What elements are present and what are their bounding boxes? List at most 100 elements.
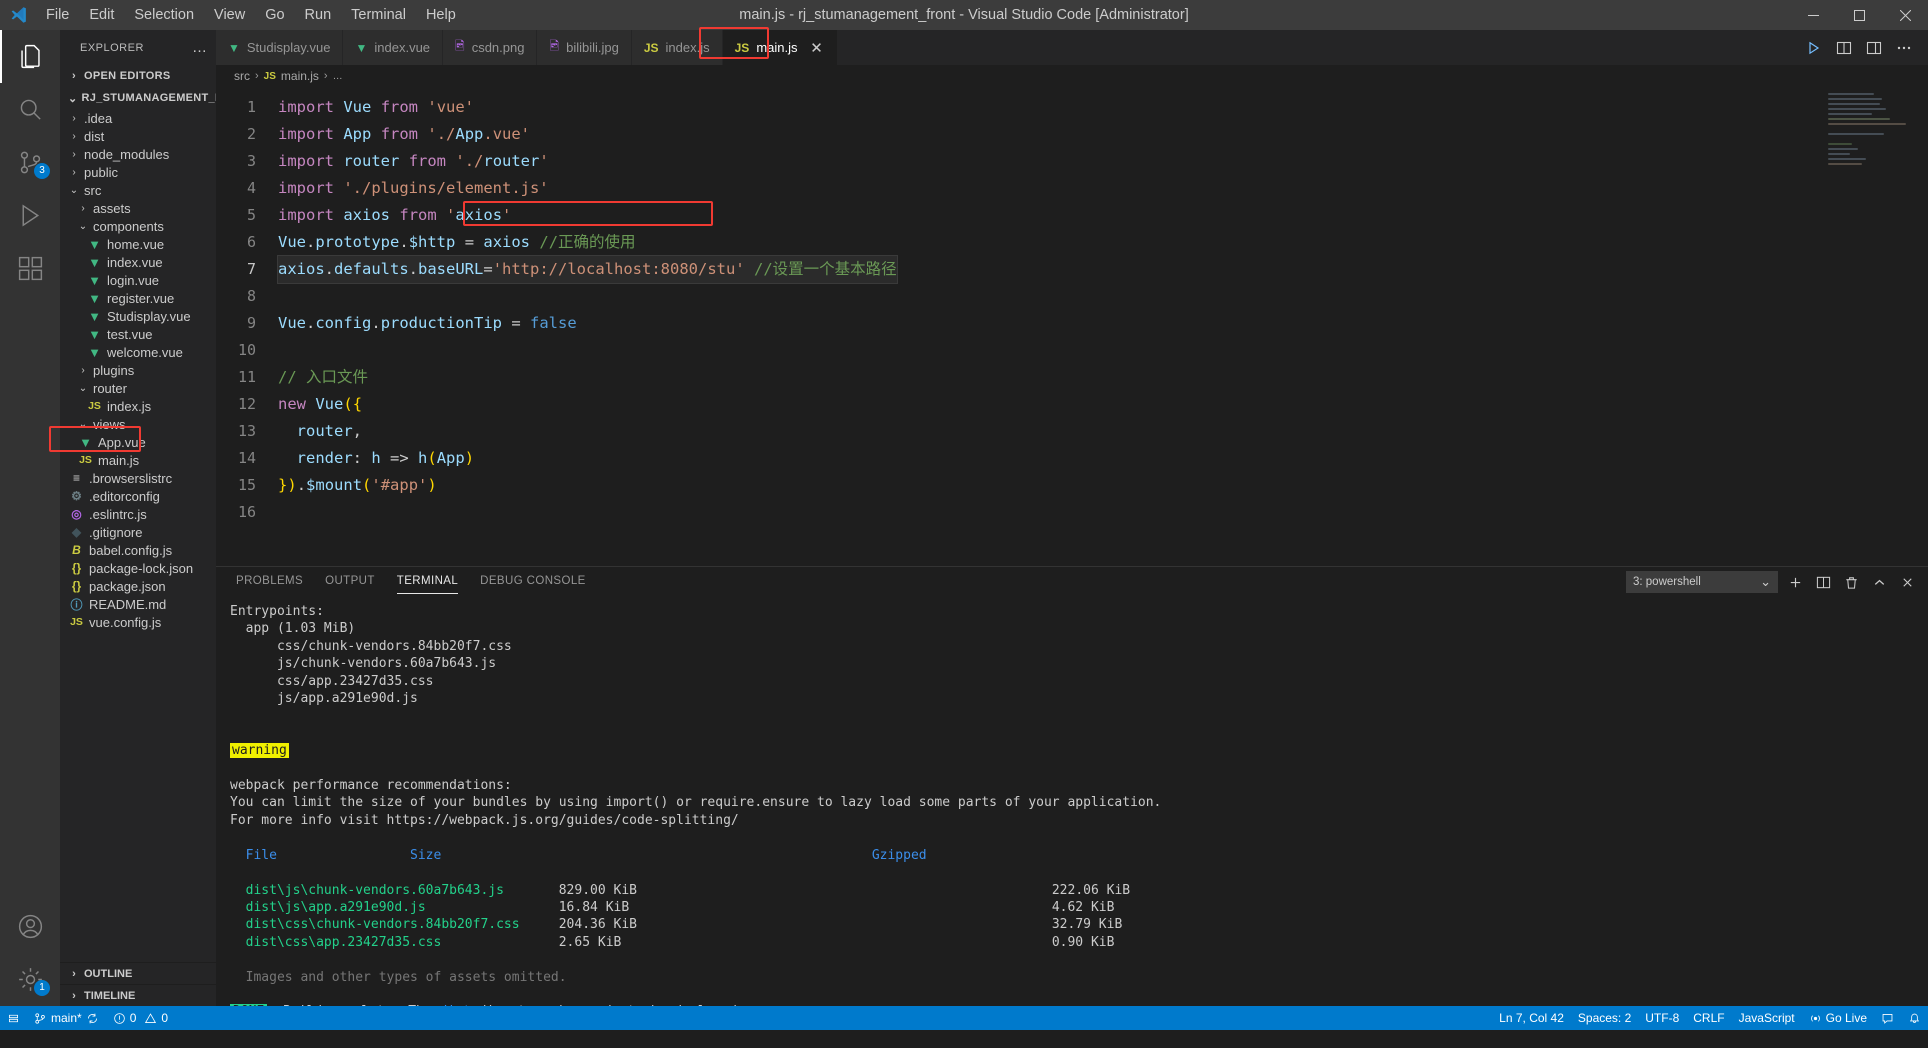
tree-item-readme-md[interactable]: ⓘ README.md bbox=[60, 595, 216, 613]
chevron-down-icon[interactable]: ⌄ bbox=[68, 185, 80, 196]
menu-edit[interactable]: Edit bbox=[79, 4, 124, 26]
menu-terminal[interactable]: Terminal bbox=[341, 4, 416, 26]
code-line[interactable]: 6 Vue.prototype.$http = axios //正确的使用 bbox=[216, 229, 1928, 256]
tree-item-vue-config-js[interactable]: JS vue.config.js bbox=[60, 613, 216, 631]
tree-item--editorconfig[interactable]: ⚙ .editorconfig bbox=[60, 487, 216, 505]
terminal-output[interactable]: Entrypoints: app (1.03 MiB) css/chunk-ve… bbox=[216, 597, 1928, 1006]
code-content[interactable]: 1 import Vue from 'vue' 2 import App from '… bbox=[216, 87, 1928, 566]
status-eol[interactable]: CRLF bbox=[1686, 1006, 1731, 1030]
status-go-live[interactable]: Go Live bbox=[1802, 1006, 1874, 1030]
timeline-section[interactable]: › TIMELINE bbox=[60, 984, 216, 1006]
code-line[interactable]: 8 bbox=[216, 283, 1928, 310]
menu-bar[interactable]: File Edit Selection View Go Run Terminal… bbox=[36, 4, 466, 26]
sidebar-more-actions-icon[interactable]: … bbox=[192, 39, 208, 56]
tree-item--gitignore[interactable]: ◆ .gitignore bbox=[60, 523, 216, 541]
tree-item-assets[interactable]: › assets bbox=[60, 199, 216, 217]
menu-help[interactable]: Help bbox=[416, 4, 466, 26]
status-language-mode[interactable]: JavaScript bbox=[1732, 1006, 1802, 1030]
breadcrumb-ellipsis[interactable]: … bbox=[333, 71, 343, 82]
editor-toolbar[interactable] bbox=[1800, 30, 1928, 65]
code-line[interactable]: 10 bbox=[216, 337, 1928, 364]
status-remote[interactable] bbox=[0, 1006, 27, 1030]
editor-tab-index-vue[interactable]: ▼ index.vue bbox=[343, 30, 444, 65]
new-terminal-icon[interactable] bbox=[1784, 571, 1806, 593]
code-line[interactable]: 9 Vue.config.productionTip = false bbox=[216, 310, 1928, 337]
activity-bar[interactable]: 3 1 bbox=[0, 30, 60, 1006]
project-section[interactable]: ⌄ RJ_STUMANAGEMENT_FR... bbox=[60, 87, 240, 109]
minimap[interactable] bbox=[1828, 93, 1914, 566]
code-line[interactable]: 13 router, bbox=[216, 418, 1928, 445]
maximize-panel-icon[interactable] bbox=[1868, 571, 1890, 593]
activity-settings[interactable]: 1 bbox=[0, 953, 60, 1006]
status-encoding[interactable]: UTF-8 bbox=[1638, 1006, 1686, 1030]
tab-output[interactable]: OUTPUT bbox=[325, 575, 375, 590]
chevron-down-icon[interactable]: ⌄ bbox=[77, 419, 89, 430]
chevron-down-icon[interactable]: ⌄ bbox=[77, 221, 89, 232]
line-text[interactable]: import axios from 'axios' bbox=[278, 202, 511, 229]
status-notifications[interactable] bbox=[1901, 1006, 1928, 1030]
status-problems[interactable]: 0 0 bbox=[106, 1006, 175, 1030]
editor-tabs[interactable]: ▼ Studisplay.vue ▼ index.vue 🖻 csdn.png 🖻 bilib… bbox=[216, 30, 838, 65]
close-panel-icon[interactable] bbox=[1896, 571, 1918, 593]
line-text[interactable]: import App from './App.vue' bbox=[278, 121, 530, 148]
activity-source-control[interactable]: 3 bbox=[0, 136, 60, 189]
code-line[interactable]: 2 import App from './App.vue' bbox=[216, 121, 1928, 148]
line-text[interactable]: import Vue from 'vue' bbox=[278, 94, 474, 121]
run-icon[interactable] bbox=[1800, 34, 1828, 62]
code-line[interactable]: 15}).$mount('#app') bbox=[216, 472, 1928, 499]
editor-tab-index-js[interactable]: JS index.js bbox=[631, 30, 723, 65]
breadcrumb-src[interactable]: src bbox=[234, 69, 250, 83]
tree-item-components[interactable]: ⌄ components bbox=[60, 217, 216, 235]
tree-item-package-json[interactable]: {} package.json bbox=[60, 577, 216, 595]
tree-item-babel-config-js[interactable]: Bbabel.config.js bbox=[60, 541, 216, 559]
status-feedback[interactable] bbox=[1874, 1006, 1901, 1030]
line-text[interactable]: Vue.prototype.$http = axios //正确的使用 bbox=[278, 229, 636, 256]
chevron-right-icon[interactable]: › bbox=[68, 113, 80, 124]
activity-explorer[interactable] bbox=[0, 30, 60, 83]
panel-tabs[interactable]: PROBLEMS OUTPUT TERMINAL DEBUG CONSOLE 3… bbox=[216, 567, 1928, 597]
line-text[interactable]: router, bbox=[278, 418, 362, 445]
file-tree[interactable]: › .idea › dist › node_modules › public ⌄ src › asse… bbox=[60, 109, 216, 962]
close-icon[interactable]: ✕ bbox=[809, 39, 825, 57]
line-text[interactable]: new Vue({ bbox=[278, 391, 362, 418]
close-icon[interactable] bbox=[1882, 0, 1928, 30]
tree-item-src[interactable]: ⌄ src bbox=[60, 181, 216, 199]
chevron-right-icon[interactable]: › bbox=[68, 167, 80, 178]
menu-selection[interactable]: Selection bbox=[124, 4, 204, 26]
tree-item--eslintrc-js[interactable]: ◎ .eslintrc.js bbox=[60, 505, 216, 523]
tree-item-login-vue[interactable]: ▼ login.vue bbox=[60, 271, 216, 289]
chevron-right-icon[interactable]: › bbox=[77, 365, 89, 376]
chevron-right-icon[interactable]: › bbox=[68, 149, 80, 160]
activity-search[interactable] bbox=[0, 83, 60, 136]
code-line[interactable]: 4 import './plugins/element.js' bbox=[216, 175, 1928, 202]
split-terminal-icon[interactable] bbox=[1812, 571, 1834, 593]
editor-tab-csdn-png[interactable]: 🖻 csdn.png bbox=[443, 30, 538, 65]
status-branch[interactable]: main* bbox=[27, 1006, 106, 1030]
tree-item-app-vue[interactable]: ▼ App.vue bbox=[60, 433, 216, 451]
split-preview-icon[interactable] bbox=[1830, 34, 1858, 62]
activity-extensions[interactable] bbox=[0, 242, 60, 295]
tree-item-index-js[interactable]: JS index.js bbox=[60, 397, 216, 415]
terminal-selector[interactable]: 3: powershell ⌄ bbox=[1626, 571, 1778, 593]
editor-tab-main-js[interactable]: JS main.js ✕ bbox=[722, 30, 838, 65]
tree-item-package-lock-json[interactable]: {} package-lock.json bbox=[60, 559, 216, 577]
tree-item-dist[interactable]: › dist bbox=[60, 127, 216, 145]
tree-item-main-js[interactable]: JS main.js bbox=[60, 451, 216, 469]
code-line[interactable]: 1 import Vue from 'vue' bbox=[216, 94, 1928, 121]
status-cursor-position[interactable]: Ln 7, Col 42 bbox=[1492, 1006, 1571, 1030]
line-text[interactable]: import './plugins/element.js' bbox=[278, 175, 549, 202]
tree-item-node-modules[interactable]: › node_modules bbox=[60, 145, 216, 163]
tree-item-views[interactable]: ⌄ views bbox=[60, 415, 216, 433]
panel-actions[interactable]: 3: powershell ⌄ bbox=[1626, 571, 1928, 593]
breadcrumb[interactable]: src › JS main.js › … bbox=[216, 65, 1928, 87]
tree-item-public[interactable]: › public bbox=[60, 163, 216, 181]
menu-run[interactable]: Run bbox=[295, 4, 342, 26]
chevron-right-icon[interactable]: › bbox=[77, 203, 89, 214]
editor-tab-studisplay-vue[interactable]: ▼ Studisplay.vue bbox=[216, 30, 344, 65]
editor-tab-bilibili-jpg[interactable]: 🖻 bilibili.jpg bbox=[537, 30, 632, 65]
line-text[interactable]: // 入口文件 bbox=[278, 364, 368, 391]
menu-view[interactable]: View bbox=[204, 4, 255, 26]
menu-go[interactable]: Go bbox=[255, 4, 294, 26]
tree-item-plugins[interactable]: › plugins bbox=[60, 361, 216, 379]
code-line[interactable]: 11 // 入口文件 bbox=[216, 364, 1928, 391]
